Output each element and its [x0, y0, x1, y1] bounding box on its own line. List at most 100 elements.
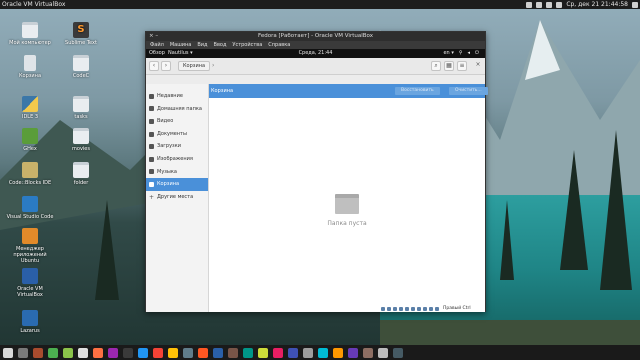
mail-icon[interactable] [526, 1, 533, 8]
app-manager-icon [22, 228, 38, 244]
software-center-icon[interactable] [93, 347, 103, 358]
network-icon[interactable]: ⚲ [459, 49, 463, 58]
image-icon [149, 156, 154, 162]
search-button[interactable]: ⌕ [431, 61, 441, 71]
python-icon [22, 96, 38, 112]
menu-machine[interactable]: Машина [170, 41, 192, 49]
app-icon[interactable] [363, 347, 373, 358]
menu-file[interactable]: Файл [150, 41, 164, 49]
desktop-icon-movies[interactable]: movies [57, 128, 105, 152]
active-app-title[interactable]: Oracle VM VirtualBox [2, 0, 65, 9]
browser-icon[interactable] [48, 347, 58, 358]
app-icon[interactable] [303, 347, 313, 358]
app-icon[interactable] [153, 347, 163, 358]
audio-icon[interactable] [393, 306, 397, 311]
sidebar-item-music[interactable]: Музыка [146, 166, 208, 179]
app-icon[interactable] [378, 347, 388, 358]
show-apps-icon[interactable] [3, 347, 13, 358]
shared-folder-icon[interactable] [411, 306, 415, 311]
cpu-icon[interactable] [429, 306, 433, 311]
sound-icon[interactable] [546, 1, 553, 8]
empty-trash-button[interactable]: Очистить... [449, 87, 488, 95]
capture-icon[interactable] [423, 306, 427, 311]
breadcrumb[interactable]: Корзина [178, 61, 211, 71]
sidebar-item-home[interactable]: Домашняя папка [146, 103, 208, 116]
app-icon[interactable] [348, 347, 358, 358]
battery-icon[interactable] [556, 1, 563, 8]
app-icon[interactable] [318, 347, 328, 358]
display-icon[interactable] [417, 306, 421, 311]
desktop-icon-idle[interactable]: IDLE 3 [6, 96, 54, 120]
desktop-icon-tasks[interactable]: tasks [57, 96, 105, 120]
sidebar-item-videos[interactable]: Видео [146, 115, 208, 128]
desktop-icon-folder[interactable]: folder [57, 162, 105, 186]
app-icon[interactable] [273, 347, 283, 358]
app-icon[interactable] [198, 347, 208, 358]
app-icon[interactable] [63, 347, 73, 358]
text-editor-icon[interactable] [78, 347, 88, 358]
chevron-right-icon: › [164, 62, 168, 69]
top-panel: Oracle VM VirtualBox Ср, дек 21 21:44:58 [0, 0, 640, 9]
desktop-icon-trash[interactable]: Корзина [6, 55, 54, 79]
menu-help[interactable]: Справка [268, 41, 290, 49]
network-icon[interactable] [536, 1, 543, 8]
terminal-icon[interactable] [33, 347, 43, 358]
desktop-icon-lazarus[interactable]: Lazarus [6, 310, 54, 334]
chevron-right-icon[interactable]: › [212, 62, 214, 69]
app-icon[interactable] [108, 347, 118, 358]
mouse-icon[interactable] [435, 306, 439, 311]
python-icon[interactable] [168, 347, 178, 358]
clock[interactable]: Ср, дек 21 21:44:58 [566, 0, 628, 9]
power-icon[interactable]: ⏻ [475, 49, 479, 58]
app-icon[interactable] [288, 347, 298, 358]
power-icon[interactable] [632, 1, 638, 8]
desktop-icon-sublime[interactable]: S Sublime Text [57, 22, 105, 46]
optical-drive-icon[interactable] [387, 306, 391, 311]
app-icon[interactable] [243, 347, 253, 358]
hdd-icon[interactable] [381, 306, 385, 311]
window-titlebar[interactable]: × – Fedora [Работает] - Oracle VM Virtua… [146, 32, 485, 41]
trash-icon[interactable] [393, 347, 403, 358]
forward-button[interactable]: › [161, 61, 171, 71]
desktop-icon-codec[interactable]: CodeC [57, 55, 105, 79]
app-icon[interactable] [333, 347, 343, 358]
sidebar-item-recent[interactable]: Недавние [146, 90, 208, 103]
virtualbox-icon[interactable] [213, 347, 223, 358]
desktop-icon-virtualbox[interactable]: Oracle VM VirtualBox [6, 268, 54, 298]
menu-button[interactable]: ≡ [457, 61, 467, 71]
hamburger-icon: ≡ [459, 62, 465, 69]
app-icon[interactable] [258, 347, 268, 358]
desktop-icon-vscode[interactable]: Visual Studio Code [6, 196, 54, 220]
usb-icon[interactable] [405, 306, 409, 311]
sidebar-item-pictures[interactable]: Изображения [146, 153, 208, 166]
vscode-icon[interactable] [138, 347, 148, 358]
file-view[interactable]: Корзина Восстановить Очистить... Папка п… [209, 84, 488, 312]
network-icon[interactable] [399, 306, 403, 311]
view-grid-button[interactable]: ▦ [444, 61, 454, 71]
desktop-icon-my-computer[interactable]: Мой компьютер [6, 22, 54, 46]
virtualbox-window: × – Fedora [Работает] - Oracle VM Virtua… [145, 31, 488, 312]
menu-view[interactable]: Вид [197, 41, 207, 49]
desktop-icon-app-manager[interactable]: Менеджер приложений Ubuntu [6, 228, 54, 264]
sidebar-item-other-locations[interactable]: + Другие места [146, 191, 208, 204]
desktop-icon-codeblocks[interactable]: Code::Blocks IDE [6, 162, 54, 186]
menu-devices[interactable]: Устройства [232, 41, 262, 49]
close-icon[interactable]: × – [149, 32, 158, 41]
guest-clock[interactable]: Среда, 21:44 [146, 49, 485, 58]
sublime-text-icon[interactable] [123, 347, 133, 358]
sound-icon[interactable]: ◂ [468, 49, 471, 58]
sidebar-item-downloads[interactable]: Загрузки [146, 140, 208, 153]
sidebar-item-trash[interactable]: Корзина [146, 178, 208, 191]
close-button[interactable]: × [473, 61, 483, 71]
sidebar-item-documents[interactable]: Документы [146, 128, 208, 141]
restore-button[interactable]: Восстановить [395, 87, 440, 95]
files-icon[interactable] [18, 347, 28, 358]
language-indicator[interactable]: en ▾ [443, 49, 453, 58]
download-icon [149, 144, 154, 150]
tree-illustration [95, 200, 119, 300]
app-icon[interactable] [228, 347, 238, 358]
app-icon[interactable] [183, 347, 193, 358]
desktop-icon-ghex[interactable]: GHex [6, 128, 54, 152]
back-button[interactable]: ‹ [149, 61, 159, 71]
menu-input[interactable]: Ввод [214, 41, 227, 49]
